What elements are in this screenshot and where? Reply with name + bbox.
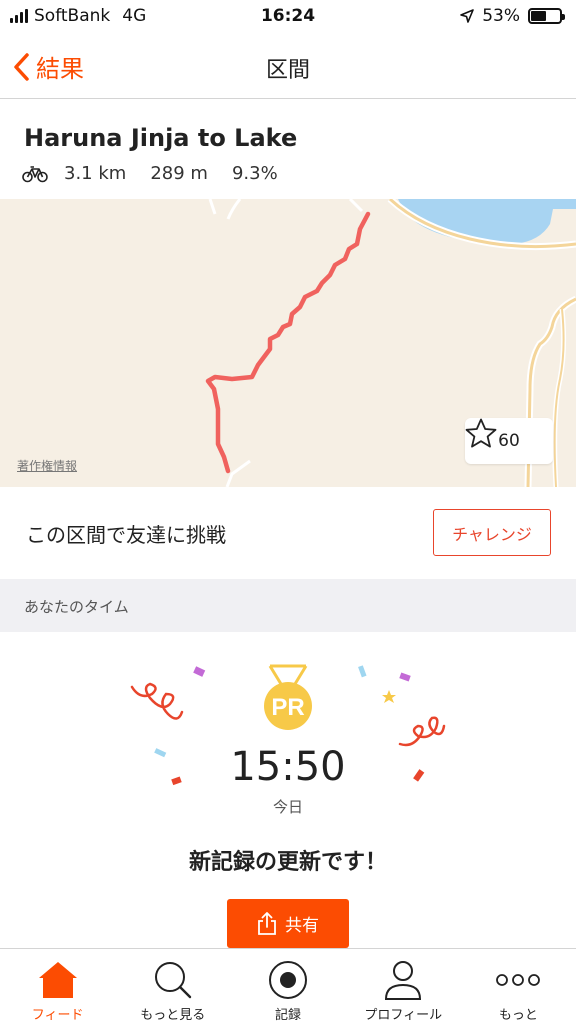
challenge-text: この区間で友達に挑戦 xyxy=(26,523,226,547)
tab-more[interactable]: もっと xyxy=(461,949,576,1024)
page-title: 区間 xyxy=(265,58,310,83)
share-label: 共有 xyxy=(285,916,319,936)
segment-map[interactable]: 著作権情報 60 xyxy=(0,199,576,487)
bicycle-icon xyxy=(22,165,48,182)
search-icon xyxy=(154,962,191,999)
battery-level-fill xyxy=(531,11,546,21)
battery-icon xyxy=(528,8,565,24)
location-arrow-icon xyxy=(460,9,475,23)
your-time-section-header: あなたのタイム xyxy=(0,579,576,632)
tab-profile[interactable]: プロフィール xyxy=(346,949,461,1024)
segment-stats: 3.1 km 289 m 9.3% xyxy=(22,163,302,184)
segment-distance: 3.1 km xyxy=(64,163,127,184)
pr-medal-icon: PR xyxy=(264,664,312,730)
tab-label: フィード xyxy=(31,1008,84,1023)
segment-elevation: 289 m xyxy=(150,163,208,184)
map-attribution-link[interactable]: 著作権情報 xyxy=(17,457,77,474)
challenge-row: この区間で友達に挑戦 チャレンジ xyxy=(0,487,576,579)
battery-percent: 53% xyxy=(482,6,520,26)
your-time-panel: PR 15:50 今日 新記録の更新です！ 共有 xyxy=(0,632,576,948)
tab-label: もっと見る xyxy=(140,1008,206,1023)
share-icon xyxy=(258,911,276,935)
tab-bar: フィード もっと見る 記録 プロフィール もっと xyxy=(0,948,576,1024)
profile-icon xyxy=(385,961,422,1000)
record-message: 新記録の更新です！ xyxy=(188,850,387,875)
tab-explore[interactable]: もっと見る xyxy=(115,949,230,1024)
challenge-button[interactable]: チャレンジ xyxy=(433,509,551,556)
tab-label: もっと xyxy=(498,1008,538,1023)
tab-record[interactable]: 記録 xyxy=(230,949,345,1024)
segment-route xyxy=(205,211,371,474)
effort-date: 今日 xyxy=(272,798,303,816)
tab-label: プロフィール xyxy=(364,1008,443,1023)
share-button[interactable]: 共有 xyxy=(227,899,349,948)
pr-medal-label: PR xyxy=(271,694,304,721)
section-label: あなたのタイム xyxy=(24,598,129,616)
star-segment-button[interactable]: 60 xyxy=(465,418,553,464)
segment-time: 15:50 xyxy=(230,744,346,790)
segment-name: Haruna Jinja to Lake xyxy=(24,124,298,152)
more-icon xyxy=(496,974,541,986)
star-icon xyxy=(465,418,497,448)
segment-grade: 9.3% xyxy=(231,163,278,184)
navigation-bar: 結果 区間 xyxy=(0,34,576,99)
status-bar: SoftBank 4G 16:24 53% xyxy=(0,0,576,34)
home-icon xyxy=(38,962,77,998)
record-icon xyxy=(269,961,307,999)
star-count: 60 xyxy=(498,431,520,451)
tab-label: 記録 xyxy=(275,1008,302,1023)
tab-feed[interactable]: フィード xyxy=(0,949,115,1024)
status-right: 53% xyxy=(460,6,565,26)
